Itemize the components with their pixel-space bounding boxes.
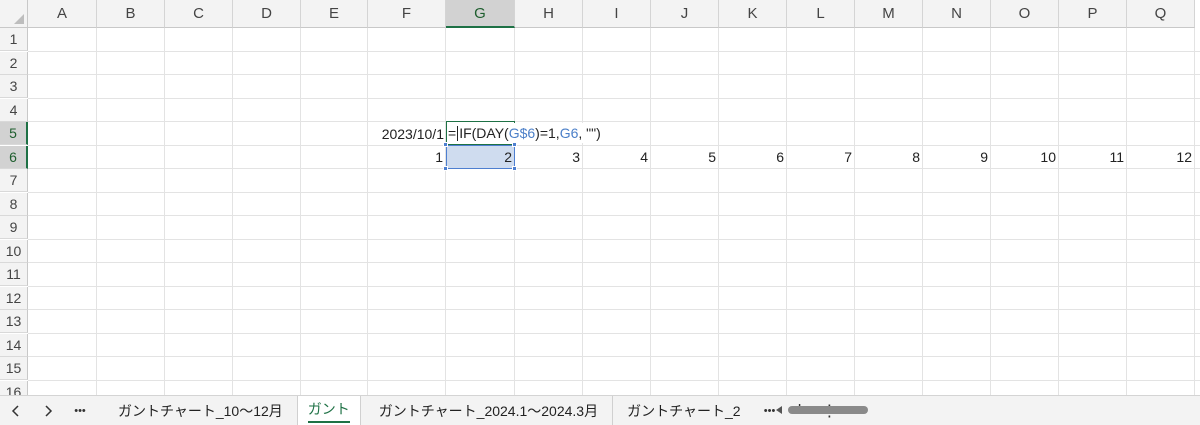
row-header-10[interactable]: 10 [0,239,28,263]
cell-F5[interactable]: 2023/10/1 [368,122,446,145]
row-header-1[interactable]: 1 [0,28,28,51]
row-gridline [28,121,1200,122]
cell-I6[interactable]: 4 [583,146,651,169]
column-header-E[interactable]: E [301,0,368,28]
row-header-6[interactable]: 6 [0,145,28,169]
column-header-H[interactable]: H [515,0,583,28]
row-gridline [28,191,1200,193]
column-gridline [164,28,165,395]
cell-Q6[interactable]: 12 [1127,146,1195,169]
row-header-15[interactable]: 15 [0,357,28,380]
chevron-left-icon [11,404,19,417]
column-gridline [1058,28,1059,395]
column-gridline [300,28,301,395]
column-gridline [367,28,368,395]
row-gridline [28,332,1200,334]
row-header-2[interactable]: 2 [0,51,28,75]
cell-H6[interactable]: 3 [515,146,583,169]
column-gridline [718,28,719,395]
row-header-11[interactable]: 11 [0,263,28,286]
formula-suffix: , "") [578,125,601,141]
column-gridline [1194,28,1195,395]
column-header-Q[interactable]: Q [1127,0,1195,28]
cell-G6[interactable]: 2 [446,146,515,169]
column-header-B[interactable]: B [97,0,165,28]
more-sheets-left-button[interactable]: ••• [64,396,96,425]
formula-ref-1: G$6 [508,125,536,141]
cell-N6[interactable]: 9 [923,146,991,169]
formula-in-cell[interactable]: = IF(DAY(G$6)=1, G6, "") [448,123,605,143]
row-gridline [28,309,1200,310]
row-gridline [28,379,1200,381]
scroll-left-arrow-icon[interactable] [776,406,782,414]
row-gridline [28,50,1200,52]
row-header-9[interactable]: 9 [0,216,28,239]
sheet-tab-0[interactable]: ガントチャート_10～12月 [96,395,298,425]
row-header-13[interactable]: 13 [0,310,28,333]
row-header-16[interactable]: 16 [0,380,28,395]
row-header-12[interactable]: 12 [0,286,28,310]
column-header-M[interactable]: M [855,0,923,28]
horizontal-scrollbar[interactable] [776,404,1196,416]
row-gridline [28,238,1200,240]
column-header-P[interactable]: P [1059,0,1127,28]
row-gridline [28,285,1200,287]
column-header-I[interactable]: I [583,0,651,28]
column-gridline [445,28,446,395]
cell-K6[interactable]: 6 [719,146,787,169]
row-gridline [28,215,1200,216]
cell-M6[interactable]: 8 [855,146,923,169]
formula-ref-2: G6 [559,125,579,141]
row-header-3[interactable]: 3 [0,75,28,98]
row-header-5[interactable]: 5 [0,122,28,145]
row-gridline [28,74,1200,75]
column-gridline [1126,28,1127,395]
row-gridline [28,262,1200,263]
column-header-A[interactable]: A [28,0,97,28]
column-gridline [96,28,97,395]
column-header-F[interactable]: F [368,0,446,28]
column-gridline [854,28,855,395]
next-sheet-button[interactable] [32,396,64,425]
column-header-J[interactable]: J [651,0,719,28]
row-header-7[interactable]: 7 [0,169,28,192]
column-gridline [650,28,651,395]
column-gridline [990,28,991,395]
sheet-tab-3[interactable]: ガントチャート_2 [613,396,754,425]
spreadsheet-grid[interactable]: ABCDEFGHIJKLMNOPQ 1 2 3 4 5 6 7 8 9 10 11 12 13 14 15 1… [0,0,1200,395]
cell-P6[interactable]: 11 [1059,146,1127,169]
sheet-tab-1-label: ガント [307,399,350,423]
row-header-8[interactable]: 8 [0,192,28,216]
formula-mid: )=1, [535,125,560,141]
cell-F6[interactable]: 1 [368,146,446,169]
cell-L6[interactable]: 7 [787,146,855,169]
column-header-N[interactable]: N [923,0,991,28]
sheet-tab-1[interactable]: ガント [297,395,361,425]
column-header-D[interactable]: D [233,0,301,28]
prev-sheet-button[interactable] [0,396,32,425]
column-gridline [582,28,583,395]
column-header-K[interactable]: K [719,0,787,28]
scrollbar-thumb[interactable] [788,406,868,414]
column-gridline [786,28,787,395]
chevron-right-icon [45,404,53,417]
column-gridline [232,28,233,395]
formula-prefix: = [448,125,457,141]
column-header-G[interactable]: G [446,0,515,28]
sheet-tab-2[interactable]: ガントチャート_2024.1～2024.3月 [361,395,614,425]
column-header-L[interactable]: L [787,0,855,28]
row-header-4[interactable]: 4 [0,98,28,122]
column-header-O[interactable]: O [991,0,1059,28]
select-all-corner[interactable] [0,0,28,28]
row-gridline [28,356,1200,357]
row-gridline [28,97,1200,99]
column-gridline [922,28,923,395]
formula-func: IF(DAY( [459,125,509,141]
row-header-14[interactable]: 14 [0,333,28,357]
text-caret [457,125,459,141]
column-header-C[interactable]: C [165,0,233,28]
cell-J6[interactable]: 5 [651,146,719,169]
cell-O6[interactable]: 10 [991,146,1059,169]
column-gridline [514,28,515,395]
